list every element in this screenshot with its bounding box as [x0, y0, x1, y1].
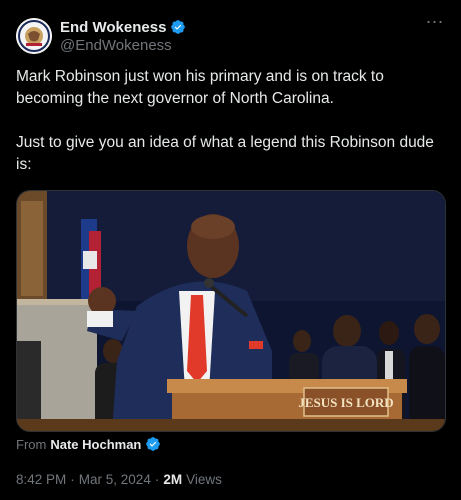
meta-separator: ·	[154, 472, 160, 487]
video-player[interactable]: JESUS IS LORD	[16, 190, 446, 432]
avatar[interactable]	[16, 18, 52, 54]
more-options-button[interactable]: ⋯	[425, 13, 445, 36]
tweet-meta: 8:42 PM · Mar 5, 2024 · 2M Views	[16, 472, 222, 487]
tweet-time[interactable]: 8:42 PM	[16, 472, 66, 487]
podium-sign: JESUS IS LORD	[298, 395, 393, 410]
more-icon: ⋯	[425, 12, 445, 32]
from-label: From	[16, 436, 47, 452]
author-display-name[interactable]: End Wokeness	[60, 19, 166, 36]
meta-separator: ·	[70, 472, 75, 487]
views-count: 2M	[163, 472, 183, 487]
media-attribution: From Nate Hochman	[16, 436, 161, 452]
verified-badge-icon	[171, 20, 186, 34]
author-name-row[interactable]: End Wokeness	[60, 17, 186, 37]
from-user-link[interactable]: Nate Hochman	[50, 437, 141, 452]
tweet-date[interactable]: Mar 5, 2024	[79, 472, 151, 487]
avatar-logo-icon	[16, 18, 52, 54]
verified-badge-icon	[146, 437, 161, 451]
video-frame: JESUS IS LORD	[17, 191, 445, 431]
author-handle[interactable]: @EndWokeness	[60, 37, 172, 54]
tweet-text: Mark Robinson just won his primary and i…	[16, 68, 434, 173]
views-label: Views	[186, 472, 222, 487]
